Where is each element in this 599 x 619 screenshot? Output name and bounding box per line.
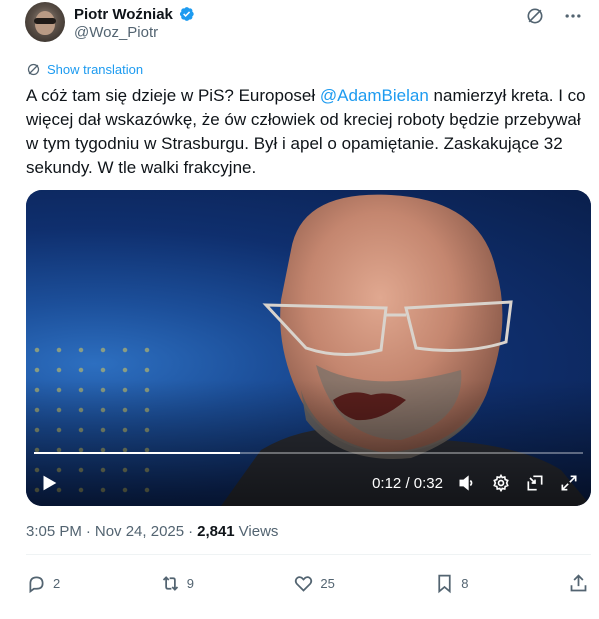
avatar[interactable] (25, 2, 65, 42)
like-count: 25 (320, 575, 335, 591)
tweet-time[interactable]: 3:05 PM (26, 523, 82, 540)
reply-icon (29, 575, 44, 593)
repost-count: 9 (186, 575, 194, 591)
settings-icon[interactable] (491, 473, 511, 493)
video-time-separator: / (405, 474, 410, 492)
heart-icon (295, 575, 313, 592)
show-translation-button[interactable]: Show translation (26, 60, 143, 78)
video-controls: 0:12 / 0:32 (26, 468, 591, 498)
avatar-glasses (34, 18, 56, 24)
tweet-date[interactable]: Nov 24, 2025 (95, 523, 184, 540)
video-current-time: 0:12 (372, 474, 402, 492)
share-button[interactable] (568, 573, 589, 594)
video-shadow-overlay (26, 190, 591, 506)
show-translation-label: Show translation (47, 61, 144, 77)
views-count[interactable]: 2,841 (197, 523, 235, 540)
like-button[interactable]: 25 (293, 573, 335, 594)
more-icon[interactable] (563, 6, 583, 26)
grok-icon[interactable] (525, 6, 545, 26)
meta-separator: · (85, 523, 91, 540)
fullscreen-icon[interactable] (559, 473, 579, 493)
repost-button[interactable]: 9 (160, 573, 194, 594)
author-display-name[interactable]: Piotr Woźniak (74, 6, 173, 23)
play-icon[interactable] (38, 472, 60, 494)
video-duration: 0:32 (413, 474, 443, 492)
video-progress-bar[interactable] (34, 452, 583, 454)
video-time: 0:12 / 0:32 (372, 475, 443, 492)
video-controls-right (457, 473, 579, 493)
divider (26, 554, 591, 555)
volume-icon[interactable] (457, 473, 477, 493)
verified-badge-icon (177, 5, 195, 23)
bookmark-button[interactable]: 8 (434, 573, 469, 594)
tweet-actions: 2 9 25 8 (26, 568, 589, 598)
video-player[interactable]: 0:12 / 0:32 (26, 190, 591, 506)
header-actions (525, 6, 583, 26)
tweet-text-part-1: A cóż tam się dzieje w PiS? Europoseł (26, 86, 320, 105)
share-icon (570, 573, 587, 591)
tweet: Piotr Woźniak @Woz_Piotr Show translatio… (0, 0, 599, 619)
reply-button[interactable]: 2 (26, 573, 60, 594)
translate-icon (27, 63, 40, 75)
author-name-row: Piotr Woźniak (74, 3, 195, 25)
video-progress-fill (34, 452, 240, 454)
views-label: Views (238, 523, 279, 540)
pip-icon[interactable] (525, 473, 545, 493)
meta-separator: · (188, 523, 194, 540)
mention-link[interactable]: @AdamBielan (320, 86, 429, 105)
repost-icon (162, 575, 178, 591)
author-handle[interactable]: @Woz_Piotr (74, 24, 158, 41)
reply-count: 2 (53, 575, 61, 591)
tweet-text: A cóż tam się dzieje w PiS? Europoseł @A… (26, 84, 591, 180)
bookmark-count: 8 (461, 575, 469, 591)
tweet-meta: 3:05 PM · Nov 24, 2025 · 2,841 Views (26, 523, 278, 540)
bookmark-icon (438, 574, 451, 593)
